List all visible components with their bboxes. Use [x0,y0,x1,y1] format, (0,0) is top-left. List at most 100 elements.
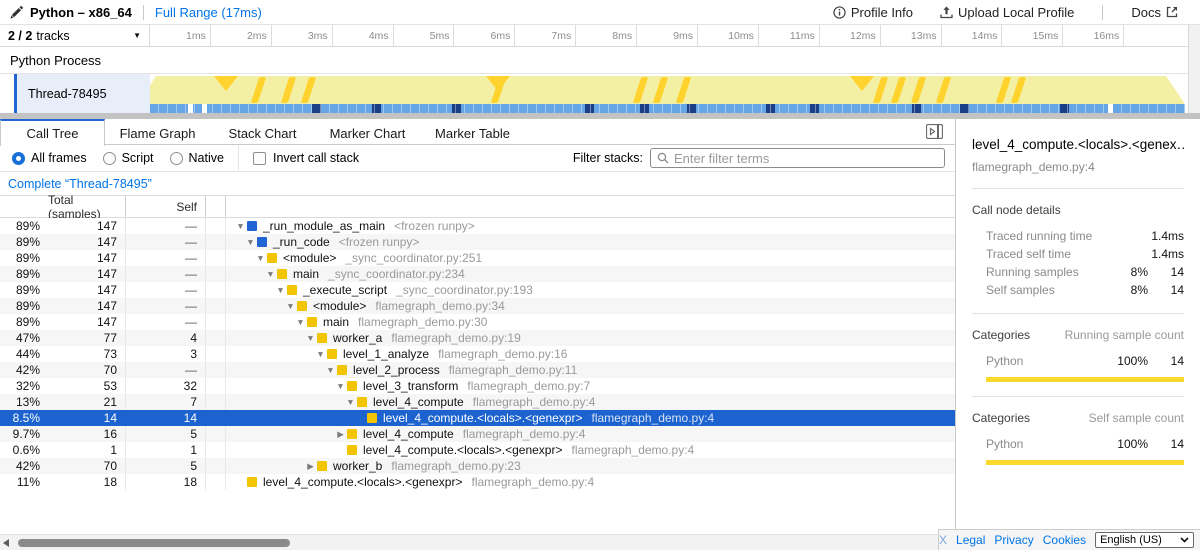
col-spacer [0,196,48,217]
calltree-row[interactable]: 89%147—▼<module>flamegraph_demo.py:34 [0,298,955,314]
detail-value: 1.4ms [1148,229,1184,243]
edit-pencil-icon[interactable] [10,6,23,19]
collapse-triangle-icon[interactable]: ▼ [324,365,337,375]
calltree-row[interactable]: 42%705▶worker_bflamegraph_demo.py:23 [0,458,955,474]
filter-searchbox[interactable] [650,148,945,168]
controls-divider [238,145,239,171]
full-range-link[interactable]: Full Range (17ms) [155,5,262,20]
calltree-row[interactable]: 89%147—▼_execute_script_sync_coordinator… [0,282,955,298]
file-location: _sync_coordinator.py:251 [345,251,482,265]
empty-value: — [185,315,197,329]
cell-total-samples: 77 [48,330,126,346]
calltree-row[interactable]: 32%5332▼level_3_transformflamegraph_demo… [0,378,955,394]
col-header-self[interactable]: Self [126,196,206,217]
tab-call-tree[interactable]: Call Tree [0,119,105,146]
tracks-dropdown[interactable]: 2 / 2 tracks ▼ [0,25,150,46]
horizontal-scrollbar[interactable] [0,534,938,550]
cell-self: 4 [126,330,206,346]
categories-count-type: Running sample count [1065,328,1184,342]
category-square-icon [267,253,277,263]
calltree-row[interactable]: 89%147—▼_run_module_as_main<frozen runpy… [0,218,955,234]
tab-marker-chart[interactable]: Marker Chart [315,119,420,145]
cell-icon-spacer [206,474,226,490]
tab-stack-chart[interactable]: Stack Chart [210,119,315,145]
function-name: _run_code [273,235,330,249]
docs-button[interactable]: Docs [1131,5,1178,20]
category-bar [986,460,1184,465]
thread-track-label-cell[interactable]: Thread-78495 [14,74,150,113]
calltree-row[interactable]: 89%147—▼mainflamegraph_demo.py:30 [0,314,955,330]
collapse-triangle-icon[interactable]: ▼ [314,349,327,359]
language-select[interactable]: English (US) [1095,532,1194,548]
collapse-triangle-icon[interactable]: ▼ [264,269,277,279]
cell-total-samples: 70 [48,458,126,474]
ruler-tick: 16ms [1063,25,1124,46]
calltree-row[interactable]: 44%733▼level_1_analyzeflamegraph_demo.py… [0,346,955,362]
tab-flame-graph[interactable]: Flame Graph [105,119,210,145]
function-name: level_4_compute.<locals>.<genexpr> [263,475,462,489]
tree-cell: ▼_run_code<frozen runpy> [226,234,419,250]
timeline-ruler[interactable]: 1ms2ms3ms4ms5ms6ms7ms8ms9ms10ms11ms12ms1… [150,25,1188,46]
category-bar [986,377,1184,382]
calltree-row[interactable]: 8.5%1414level_4_compute.<locals>.<genexp… [0,410,955,426]
calltree-row[interactable]: 47%774▼worker_aflamegraph_demo.py:19 [0,330,955,346]
calltree-row[interactable]: 42%70—▼level_2_processflamegraph_demo.py… [0,362,955,378]
calltree-row[interactable]: 9.7%165▶level_4_computeflamegraph_demo.p… [0,426,955,442]
thread-track[interactable]: Thread-78495 [0,74,1188,113]
collapse-triangle-icon[interactable]: ▼ [274,285,287,295]
collapse-triangle-icon[interactable]: ▼ [254,253,267,263]
category-square-icon [317,333,327,343]
footer-link-legal[interactable]: Legal [956,533,985,547]
frame-option-script[interactable]: Script [103,151,154,165]
process-track-header[interactable]: Python Process [0,47,1188,74]
categories-count-type: Self sample count [1089,411,1184,425]
cell-icon-spacer [206,394,226,410]
collapse-triangle-icon[interactable]: ▼ [244,237,257,247]
collapse-triangle-icon[interactable]: ▼ [344,397,357,407]
scrollbar-thumb[interactable] [18,539,290,547]
invert-call-stack-checkbox[interactable]: Invert call stack [253,151,359,165]
cell-icon-spacer [206,362,226,378]
footer-link-privacy[interactable]: Privacy [994,533,1033,547]
samples-strip[interactable] [150,104,1185,113]
collapse-triangle-icon[interactable]: ▼ [334,381,347,391]
profile-info-button[interactable]: Profile Info [833,5,913,20]
footer-link-x[interactable]: X [939,533,947,547]
collapse-triangle-icon[interactable]: ▼ [294,317,307,327]
col-spacer [206,196,226,217]
frame-option-native[interactable]: Native [170,151,224,165]
tree-cell: ▼_run_module_as_main<frozen runpy> [226,218,475,234]
tab-marker-table[interactable]: Marker Table [420,119,525,145]
collapse-triangle-icon[interactable]: ▼ [284,301,297,311]
calltree-row[interactable]: 89%147—▼<module>_sync_coordinator.py:251 [0,250,955,266]
file-location: <frozen runpy> [394,219,475,233]
collapse-triangle-icon[interactable]: ▼ [304,333,317,343]
cell-total-samples: 53 [48,378,126,394]
footer-link-cookies[interactable]: Cookies [1043,533,1086,547]
cell-total-samples: 16 [48,426,126,442]
calltree-row[interactable]: 13%217▼level_4_computeflamegraph_demo.py… [0,394,955,410]
filter-input[interactable] [674,151,938,166]
scroll-left-arrow-icon[interactable] [3,539,9,547]
calltree-row[interactable]: 89%147—▼_run_code<frozen runpy> [0,234,955,250]
sidebar-toggle-icon[interactable] [926,124,943,139]
cell-self: — [126,234,206,250]
calltree-row[interactable]: 0.6%11level_4_compute.<locals>.<genexpr>… [0,442,955,458]
ruler-tick: 8ms [576,25,637,46]
complete-thread-link[interactable]: Complete “Thread-78495” [8,177,152,191]
empty-value: — [185,363,197,377]
frame-option-all-frames[interactable]: All frames [12,151,87,165]
category-square-icon [247,221,257,231]
calltree-row[interactable]: 89%147—▼main_sync_coordinator.py:234 [0,266,955,282]
upload-profile-button[interactable]: Upload Local Profile [940,5,1074,20]
calltree-row[interactable]: 11%1818level_4_compute.<locals>.<genexpr… [0,474,955,490]
collapse-triangle-icon[interactable]: ▼ [234,221,247,231]
cell-total-samples: 147 [48,298,126,314]
chevron-down-icon [1180,537,1189,543]
timeline-vertical-scrollbar[interactable] [1188,25,1200,119]
thread-activity-graph[interactable] [150,74,1185,113]
col-header-total[interactable]: Total (samples) [48,196,126,217]
expand-triangle-icon[interactable]: ▶ [304,461,317,472]
expand-triangle-icon[interactable]: ▶ [334,429,347,440]
sidebar-divider [972,313,1184,314]
